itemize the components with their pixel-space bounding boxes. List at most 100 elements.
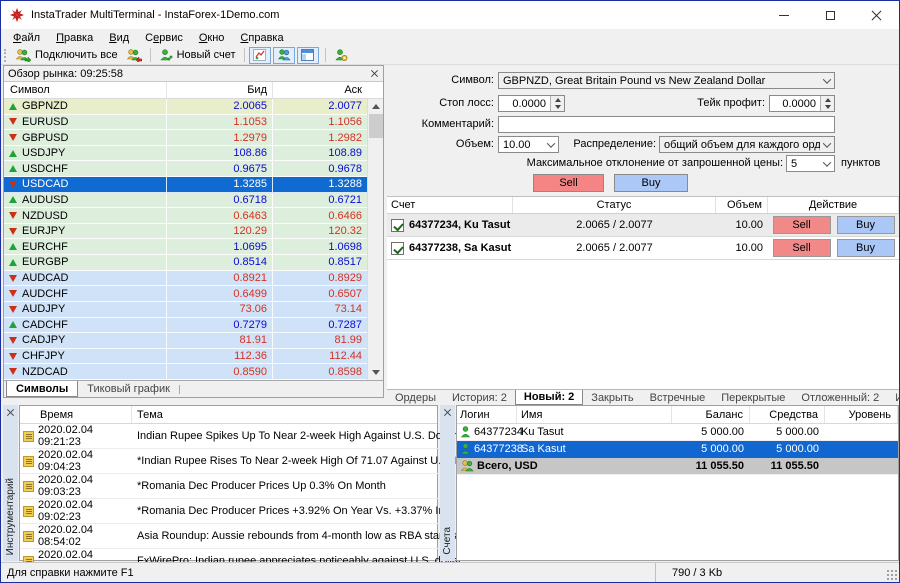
market-row[interactable]: USDJPY108.86108.89: [4, 146, 367, 162]
column-symbol[interactable]: Символ: [4, 82, 167, 98]
connect-all-button[interactable]: Подключить все: [11, 47, 122, 64]
accounts-toggle-button[interactable]: [273, 47, 295, 64]
scrollbar-thumb[interactable]: [369, 114, 383, 138]
column-time[interactable]: Время: [20, 406, 132, 423]
account-settings-icon: [334, 49, 348, 62]
row-buy-button[interactable]: Buy: [837, 216, 895, 234]
column-equity[interactable]: Средства: [750, 406, 825, 423]
market-row[interactable]: GBPUSD1.29791.2982: [4, 130, 367, 146]
new-account-button[interactable]: Новый счет: [155, 47, 240, 64]
market-row[interactable]: AUDCHF0.64990.6507: [4, 286, 367, 302]
market-row[interactable]: NZDCAD0.85900.8598: [4, 364, 367, 380]
market-row[interactable]: AUDUSD0.67180.6721: [4, 193, 367, 209]
market-watch-scrollbar[interactable]: [367, 99, 383, 380]
resize-grip[interactable]: [885, 568, 899, 582]
toolbox-toggle-button[interactable]: [297, 47, 319, 64]
symbol-select[interactable]: GBPNZD, Great Britain Pound vs New Zeala…: [498, 72, 835, 89]
row-sell-button[interactable]: Sell: [773, 239, 831, 257]
tab-close[interactable]: Закрыть: [583, 390, 641, 405]
market-row[interactable]: EURCHF1.06951.0698: [4, 239, 367, 255]
account-checkbox[interactable]: [391, 219, 404, 232]
accounts-close-button[interactable]: [443, 407, 453, 417]
deviation-select[interactable]: 5: [786, 155, 835, 172]
distribution-select[interactable]: общий объем для каждого ордера: [659, 136, 835, 153]
account-row[interactable]: 64377234 Ku Tasut 5 000.00 5 000.00: [457, 424, 898, 441]
news-row[interactable]: 2020.02.04 09:03:23*Romania Dec Producer…: [20, 474, 482, 499]
tab-history[interactable]: История: 2: [444, 390, 515, 405]
column-status[interactable]: Статус: [513, 197, 716, 213]
menu-service[interactable]: Сервис: [137, 31, 191, 45]
maximize-button[interactable]: [807, 1, 853, 29]
order-account-row[interactable]: 64377234, Ku Tasut 2.0065 / 2.0077 10.00…: [387, 214, 899, 237]
tab-tick-chart[interactable]: Тиковый график: [78, 381, 179, 397]
market-row[interactable]: NZDUSD0.64630.6466: [4, 208, 367, 224]
close-button[interactable]: [853, 1, 899, 29]
market-row[interactable]: CHFJPY112.36112.44: [4, 349, 367, 365]
tab-new[interactable]: Новый: 2: [515, 390, 583, 405]
row-sell-button[interactable]: Sell: [773, 216, 831, 234]
market-row[interactable]: AUDCAD0.89210.8929: [4, 271, 367, 287]
deviation-label: Максимальное отклонение от запрошенной ц…: [437, 155, 783, 172]
accounts-dock-strip: Счета: [440, 405, 455, 561]
tab-symbols[interactable]: Символы: [6, 381, 78, 397]
toolbox-close-button[interactable]: [6, 407, 16, 417]
take-profit-input[interactable]: 0.0000: [769, 95, 835, 112]
news-row[interactable]: 2020.02.04 09:02:23*Romania Dec Producer…: [20, 499, 482, 524]
market-row-selected[interactable]: USDCAD1.32851.3288: [4, 177, 367, 193]
tab-overlapped[interactable]: Перекрытые: [713, 390, 793, 405]
total-label: Всего, USD: [477, 460, 538, 472]
column-action[interactable]: Действие: [768, 197, 899, 213]
toolbar-grip[interactable]: [4, 49, 7, 62]
account-settings-button[interactable]: [330, 47, 352, 64]
account-volume: 10.00: [716, 219, 768, 231]
column-volume[interactable]: Объем: [716, 197, 768, 213]
column-level[interactable]: Уровень: [825, 406, 898, 423]
column-login[interactable]: Логин: [457, 406, 517, 423]
minimize-button[interactable]: [761, 1, 807, 29]
account-checkbox[interactable]: [391, 242, 404, 255]
tab-counter[interactable]: Встречные: [642, 390, 714, 405]
market-row[interactable]: EURUSD1.10531.1056: [4, 115, 367, 131]
toolbox-vertical-tab[interactable]: Инструментарий: [5, 478, 16, 555]
column-ask[interactable]: Аск: [273, 82, 367, 98]
menu-edit[interactable]: Правка: [48, 31, 101, 45]
accounts-vertical-tab[interactable]: Счета: [442, 527, 453, 555]
stop-loss-input[interactable]: 0.0000: [498, 95, 565, 112]
news-row[interactable]: 2020.02.04 09:21:23Indian Rupee Spikes U…: [20, 424, 482, 449]
tab-orders[interactable]: Ордеры: [387, 390, 444, 405]
tab-pending[interactable]: Отложенный: 2: [793, 390, 887, 405]
market-row[interactable]: GBPNZD2.00652.0077: [4, 99, 367, 115]
menu-window[interactable]: Окно: [191, 31, 233, 45]
stop-loss-stepper[interactable]: [550, 96, 564, 111]
account-row-selected[interactable]: 64377238 Sa Kasut 5 000.00 5 000.00: [457, 441, 898, 458]
news-row[interactable]: 2020.02.04 09:04:23*Indian Rupee Rises T…: [20, 449, 482, 474]
take-profit-stepper[interactable]: [820, 96, 834, 111]
sell-button[interactable]: Sell: [533, 174, 604, 192]
menu-help[interactable]: Справка: [232, 31, 291, 45]
row-buy-button[interactable]: Buy: [837, 239, 895, 257]
scroll-up-button[interactable]: [368, 99, 384, 114]
market-row[interactable]: CADJPY81.9181.99: [4, 333, 367, 349]
disconnect-all-button[interactable]: [122, 47, 146, 64]
market-watch-close-button[interactable]: [369, 69, 379, 79]
market-row[interactable]: CADCHF0.72790.7287: [4, 318, 367, 334]
market-row[interactable]: EURJPY120.29120.32: [4, 224, 367, 240]
market-row[interactable]: USDCHF0.96750.9678: [4, 161, 367, 177]
market-watch-toggle-button[interactable]: [249, 47, 271, 64]
comment-input[interactable]: [498, 116, 835, 133]
order-account-row[interactable]: 64377238, Sa Kasut 2.0065 / 2.0077 10.00…: [387, 237, 899, 260]
market-row[interactable]: EURGBP0.85140.8517: [4, 255, 367, 271]
column-name[interactable]: Имя: [517, 406, 672, 423]
tab-modify[interactable]: Изменить: [887, 390, 899, 405]
market-row[interactable]: AUDJPY73.0673.14: [4, 302, 367, 318]
menu-file[interactable]: Файл: [5, 31, 48, 45]
menu-view[interactable]: Вид: [101, 31, 137, 45]
column-topic[interactable]: Тема: [132, 406, 421, 423]
news-row[interactable]: 2020.02.04 08:54:02Asia Roundup: Aussie …: [20, 524, 482, 549]
column-account[interactable]: Счет: [387, 197, 513, 213]
column-bid[interactable]: Бид: [167, 82, 273, 98]
scroll-down-button[interactable]: [368, 365, 384, 380]
down-arrow-icon: [9, 228, 17, 235]
column-balance[interactable]: Баланс: [672, 406, 750, 423]
buy-button[interactable]: Buy: [614, 174, 688, 192]
